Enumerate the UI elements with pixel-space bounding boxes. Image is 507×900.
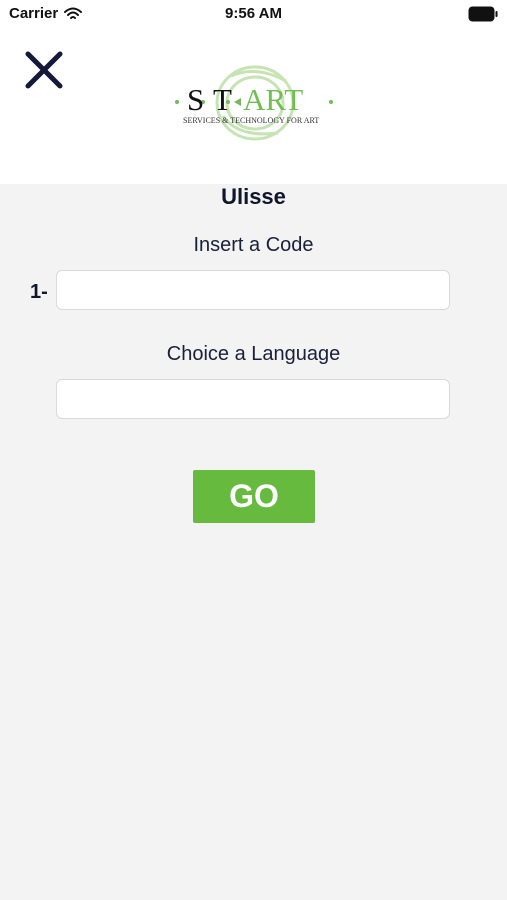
status-bar: Carrier 9:56 AM [0, 0, 507, 28]
code-label: Insert a Code [193, 234, 314, 256]
language-label: Choice a Language [166, 343, 341, 365]
battery-icon [468, 6, 498, 22]
language-input[interactable] [56, 379, 450, 419]
status-time: 9:56 AM [225, 5, 282, 22]
carrier-status: Carrier [9, 5, 83, 22]
start-logo: S T ART SERVICES & TECHNOLOGY FOR ART [175, 65, 333, 141]
svg-text:T: T [213, 82, 232, 117]
code-input[interactable] [56, 270, 450, 310]
svg-text:SERVICES & TECHNOLOGY FOR ART: SERVICES & TECHNOLOGY FOR ART [183, 116, 319, 125]
close-icon [25, 51, 63, 89]
code-row-prefix: 1- [30, 281, 48, 303]
svg-text:ART: ART [243, 82, 303, 117]
app-title: Ulisse [221, 184, 286, 209]
svg-text:S: S [187, 82, 204, 117]
app-screen: Carrier 9:56 AM S T ART SERVICES & TECHN… [0, 0, 507, 900]
carrier-label: Carrier [9, 5, 59, 22]
wifi-icon [64, 7, 83, 19]
close-button[interactable] [22, 48, 66, 92]
header: S T ART SERVICES & TECHNOLOGY FOR ART [0, 28, 507, 184]
go-button[interactable]: GO [193, 470, 315, 523]
